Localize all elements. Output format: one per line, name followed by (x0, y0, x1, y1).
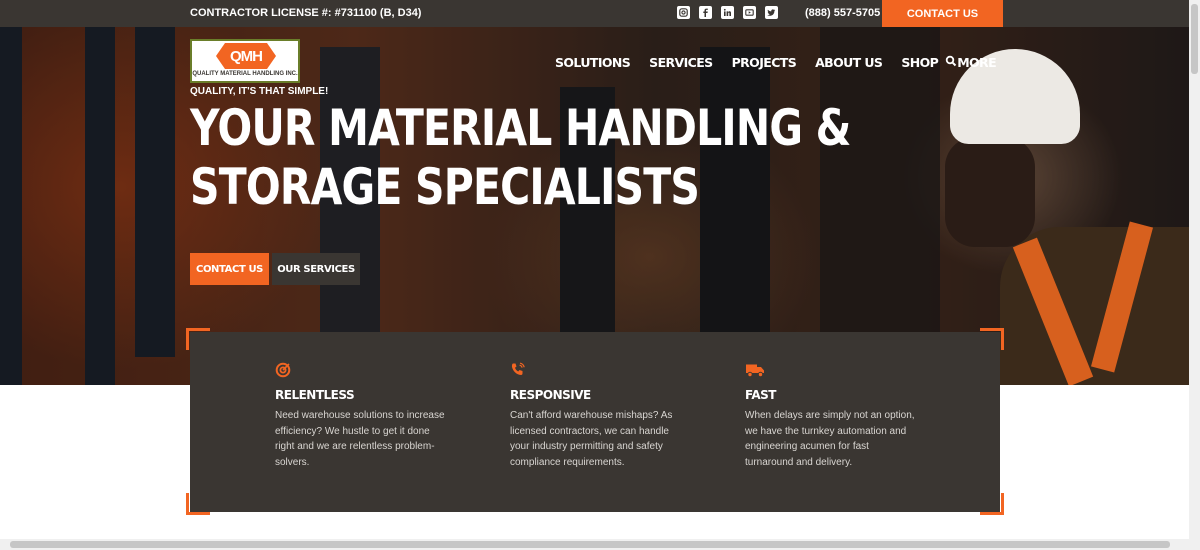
nav-item-more[interactable]: MORE (957, 55, 996, 70)
horizontal-scrollbar[interactable] (0, 539, 1189, 550)
feature-title: FAST (745, 388, 776, 402)
main-nav: SOLUTIONS SERVICES PROJECTS ABOUT US SHO… (555, 55, 997, 70)
top-contact-button[interactable]: CONTACT US (882, 0, 1003, 27)
feature-text: Can't afford warehouse mishaps? As licen… (510, 410, 673, 468)
company-logo[interactable]: QMH QUALITY MATERIAL HANDLING INC. (190, 39, 300, 83)
phone-number[interactable]: (888) 557-5705 (805, 7, 880, 19)
hero-headline-line-2: STORAGE SPECIALISTS (190, 158, 700, 216)
contractor-license: CONTRACTOR LICENSE #: #731100 (B, D34) (190, 7, 422, 19)
nav-item-services[interactable]: SERVICES (649, 55, 713, 70)
truck-icon (745, 362, 765, 378)
search-icon[interactable] (945, 54, 957, 67)
vertical-scroll-thumb[interactable] (1191, 4, 1198, 74)
hero-headline: YOUR MATERIAL HANDLING & STORAGE SPECIAL… (190, 99, 851, 217)
logo-mark: QMH (216, 43, 276, 69)
vertical-scrollbar[interactable] (1189, 0, 1200, 550)
feature-title: RELENTLESS (275, 388, 355, 402)
our-services-button[interactable]: OUR SERVICES (272, 253, 360, 285)
feature-fast: FAST When delays are simply not an optio… (745, 362, 915, 470)
feature-text: When delays are simply not an option, we… (745, 410, 915, 468)
features-panel: RELENTLESS Need warehouse solutions to i… (190, 332, 1000, 512)
logo-tagline: QUALITY, IT'S THAT SIMPLE! (190, 86, 329, 97)
logo-company-name: QUALITY MATERIAL HANDLING INC. (192, 71, 298, 77)
instagram-icon[interactable] (677, 6, 690, 19)
facebook-icon[interactable] (699, 6, 712, 19)
social-links (677, 6, 778, 19)
youtube-icon[interactable] (743, 6, 756, 19)
nav-item-shop[interactable]: SHOP (901, 55, 938, 70)
worker-face (945, 137, 1035, 247)
page: CONTRACTOR LICENSE #: #731100 (B, D34) (… (0, 0, 1200, 550)
target-icon (275, 362, 291, 378)
top-bar: CONTRACTOR LICENSE #: #731100 (B, D34) (… (0, 0, 1200, 27)
twitter-icon[interactable] (765, 6, 778, 19)
nav-item-projects[interactable]: PROJECTS (732, 55, 797, 70)
linkedin-icon[interactable] (721, 6, 734, 19)
feature-title: RESPONSIVE (510, 388, 591, 402)
horizontal-scroll-thumb[interactable] (10, 541, 1170, 548)
phone-icon (510, 362, 526, 378)
feature-responsive: RESPONSIVE Can't afford warehouse mishap… (510, 362, 680, 470)
feature-relentless: RELENTLESS Need warehouse solutions to i… (275, 362, 445, 470)
nav-item-about-us[interactable]: ABOUT US (815, 55, 883, 70)
hero-headline-line-1: YOUR MATERIAL HANDLING & (190, 99, 851, 157)
nav-item-solutions[interactable]: SOLUTIONS (555, 55, 631, 70)
hero-contact-button[interactable]: CONTACT US (190, 253, 269, 285)
feature-text: Need warehouse solutions to increase eff… (275, 410, 445, 468)
